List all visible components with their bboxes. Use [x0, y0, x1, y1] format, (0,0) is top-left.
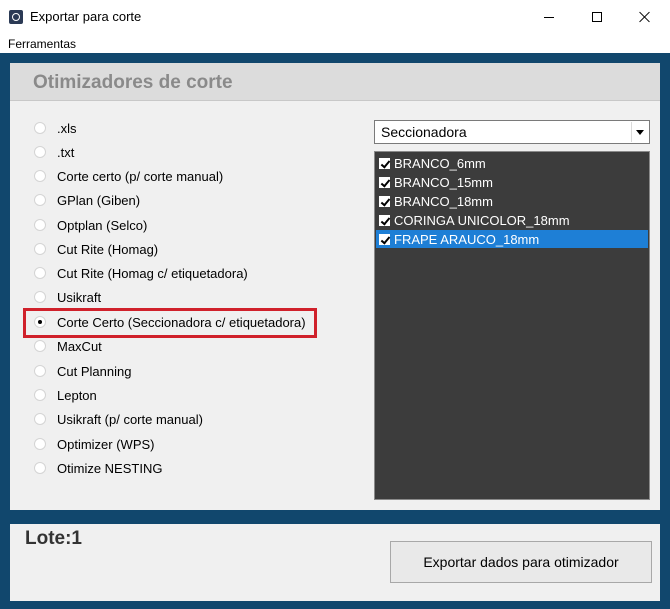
- material-label: FRAPE ARAUCO_18mm: [394, 231, 540, 247]
- radio-option-cut-rite-etiquetadora[interactable]: Cut Rite (Homag c/ etiquetadora): [34, 263, 334, 283]
- radio-option-cut-rite[interactable]: Cut Rite (Homag): [34, 239, 334, 259]
- material-item[interactable]: BRANCO_18mm: [376, 192, 648, 210]
- radio-option-txt[interactable]: .txt: [34, 142, 334, 162]
- radio-option-corte-certo-manual[interactable]: Corte certo (p/ corte manual): [34, 166, 334, 186]
- radio-button[interactable]: [34, 146, 46, 158]
- radio-button[interactable]: [34, 122, 46, 134]
- radio-option-cut-planning[interactable]: Cut Planning: [34, 361, 334, 381]
- title-bar: Exportar para corte: [0, 0, 670, 34]
- radio-button[interactable]: [34, 170, 46, 182]
- radio-option-maxcut[interactable]: MaxCut: [34, 336, 334, 356]
- close-button[interactable]: [622, 0, 668, 34]
- window-title: Exportar para corte: [30, 9, 142, 24]
- radio-option-usikraft-manual[interactable]: Usikraft (p/ corte manual): [34, 409, 334, 429]
- panel-title: Otimizadores de corte: [33, 72, 233, 93]
- radio-label: Cut Rite (Homag c/ etiquetadora): [57, 265, 248, 281]
- maximize-button[interactable]: [574, 0, 620, 34]
- material-checkbox[interactable]: [379, 233, 390, 245]
- materials-checklist[interactable]: BRANCO_6mm BRANCO_15mm BRANCO_18mm CORIN…: [374, 151, 650, 500]
- machine-type-value: Seccionadora: [381, 124, 467, 140]
- main-frame: Otimizadores de corte .xls .txt Corte ce…: [0, 53, 670, 609]
- radio-button[interactable]: [34, 340, 46, 352]
- radio-button[interactable]: [34, 243, 46, 255]
- material-label: BRANCO_15mm: [394, 174, 493, 190]
- radio-label: Lepton: [57, 387, 97, 403]
- app-icon: [9, 10, 23, 24]
- dropdown-toggle[interactable]: [631, 122, 648, 142]
- machine-type-select[interactable]: Seccionadora: [374, 120, 650, 144]
- material-item-selected[interactable]: FRAPE ARAUCO_18mm: [376, 230, 648, 248]
- lote-label: Lote:1: [25, 528, 82, 549]
- radio-label: Optplan (Selco): [57, 217, 148, 233]
- material-checkbox[interactable]: [379, 157, 390, 169]
- material-label: BRANCO_18mm: [394, 193, 493, 209]
- radio-button[interactable]: [34, 389, 46, 401]
- radio-option-optplan[interactable]: Optplan (Selco): [34, 215, 334, 235]
- radio-label: Usikraft: [57, 289, 102, 305]
- optimizers-panel: Otimizadores de corte .xls .txt Corte ce…: [10, 63, 660, 510]
- radio-button[interactable]: [34, 219, 46, 231]
- radio-button[interactable]: [34, 267, 46, 279]
- radio-button[interactable]: [34, 438, 46, 450]
- menu-bar: Ferramentas: [0, 34, 670, 53]
- radio-option-usikraft[interactable]: Usikraft: [34, 287, 334, 307]
- chevron-down-icon: [636, 129, 644, 135]
- material-item[interactable]: BRANCO_6mm: [376, 154, 648, 172]
- radio-option-otimize-nesting[interactable]: Otimize NESTING: [34, 458, 334, 478]
- radio-option-xls[interactable]: .xls: [34, 118, 334, 138]
- radio-label: Optimizer (WPS): [57, 436, 155, 452]
- menu-item-ferramentas[interactable]: Ferramentas: [8, 37, 76, 51]
- radio-option-optimizer-wps[interactable]: Optimizer (WPS): [34, 434, 334, 454]
- minimize-button[interactable]: [526, 0, 572, 34]
- material-item[interactable]: BRANCO_15mm: [376, 173, 648, 191]
- material-label: BRANCO_6mm: [394, 155, 486, 171]
- radio-label: Usikraft (p/ corte manual): [57, 411, 203, 427]
- radio-button[interactable]: [34, 291, 46, 303]
- radio-label: MaxCut: [57, 338, 102, 354]
- material-checkbox[interactable]: [379, 195, 390, 207]
- radio-label: GPlan (Giben): [57, 192, 141, 208]
- maximize-icon: [592, 12, 602, 22]
- radio-label: Cut Planning: [57, 363, 132, 379]
- radio-label: Cut Rite (Homag): [57, 241, 159, 257]
- material-label: CORINGA UNICOLOR_18mm: [394, 212, 570, 228]
- minimize-icon: [544, 16, 554, 18]
- panel-header: Otimizadores de corte: [10, 63, 660, 101]
- radio-button[interactable]: [34, 413, 46, 425]
- radio-option-lepton[interactable]: Lepton: [34, 385, 334, 405]
- selection-highlight-annotation: [23, 308, 317, 338]
- radio-option-gplan[interactable]: GPlan (Giben): [34, 190, 334, 210]
- material-item[interactable]: CORINGA UNICOLOR_18mm: [376, 211, 648, 229]
- radio-button[interactable]: [34, 365, 46, 377]
- radio-label: .txt: [57, 144, 75, 160]
- footer-panel: Lote:1 Exportar dados para otimizador: [10, 524, 660, 601]
- material-checkbox[interactable]: [379, 214, 390, 226]
- radio-label: Otimize NESTING: [57, 460, 163, 476]
- close-icon: [639, 11, 651, 23]
- radio-label: .xls: [57, 120, 77, 136]
- material-checkbox[interactable]: [379, 176, 390, 188]
- radio-button[interactable]: [34, 462, 46, 474]
- radio-label: Corte certo (p/ corte manual): [57, 168, 224, 184]
- export-button[interactable]: Exportar dados para otimizador: [390, 541, 652, 583]
- radio-button[interactable]: [34, 194, 46, 206]
